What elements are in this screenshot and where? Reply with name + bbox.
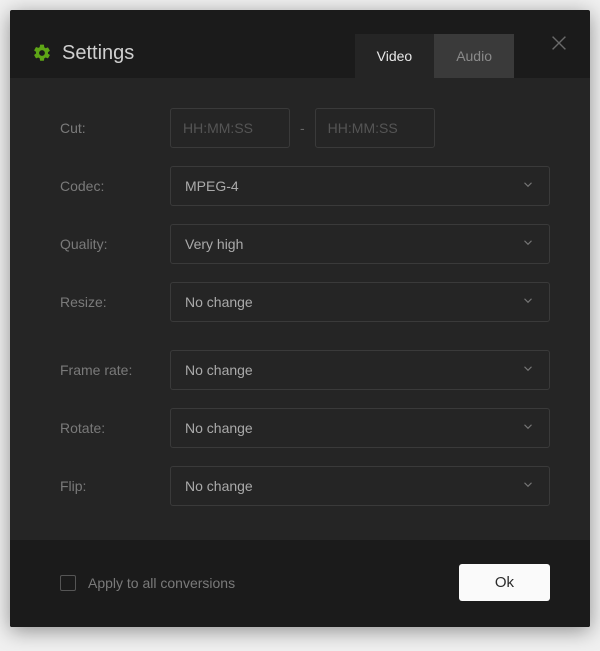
- close-icon: [548, 32, 570, 54]
- cut-inputs: -: [170, 108, 550, 148]
- dialog-footer: Apply to all conversions Ok: [10, 540, 590, 627]
- quality-select[interactable]: Very high: [170, 224, 550, 264]
- apply-all-label: Apply to all conversions: [88, 575, 235, 591]
- settings-dialog: Settings Video Audio Cut: - Codec:: [10, 10, 590, 627]
- chevron-down-icon: [521, 236, 535, 253]
- frame-rate-select[interactable]: No change: [170, 350, 550, 390]
- chevron-down-icon: [521, 294, 535, 311]
- quality-label: Quality:: [60, 236, 170, 252]
- frame-rate-value: No change: [185, 362, 253, 378]
- dialog-header: Settings Video Audio: [10, 10, 590, 78]
- dialog-title: Settings: [62, 42, 134, 65]
- cut-label: Cut:: [60, 120, 170, 136]
- chevron-down-icon: [521, 178, 535, 195]
- chevron-down-icon: [521, 362, 535, 379]
- row-resize: Resize: No change: [60, 282, 550, 322]
- codec-label: Codec:: [60, 178, 170, 194]
- resize-value: No change: [185, 294, 253, 310]
- cut-dash: -: [300, 120, 305, 136]
- rotate-select[interactable]: No change: [170, 408, 550, 448]
- row-flip: Flip: No change: [60, 466, 550, 506]
- tab-audio[interactable]: Audio: [434, 34, 514, 78]
- chevron-down-icon: [521, 420, 535, 437]
- ok-button[interactable]: Ok: [459, 564, 550, 601]
- row-frame-rate: Frame rate: No change: [60, 350, 550, 390]
- rotate-value: No change: [185, 420, 253, 436]
- rotate-label: Rotate:: [60, 420, 170, 436]
- flip-select[interactable]: No change: [170, 466, 550, 506]
- row-rotate: Rotate: No change: [60, 408, 550, 448]
- codec-select[interactable]: MPEG-4: [170, 166, 550, 206]
- tab-bar: Video Audio: [355, 34, 514, 78]
- flip-label: Flip:: [60, 478, 170, 494]
- quality-value: Very high: [185, 236, 243, 252]
- apply-all-checkbox[interactable]: [60, 575, 76, 591]
- codec-value: MPEG-4: [185, 178, 239, 194]
- flip-value: No change: [185, 478, 253, 494]
- row-cut: Cut: -: [60, 108, 550, 148]
- header-title-group: Settings: [32, 42, 134, 65]
- row-codec: Codec: MPEG-4: [60, 166, 550, 206]
- apply-all-checkbox-wrap[interactable]: Apply to all conversions: [60, 575, 235, 591]
- cut-from-input[interactable]: [170, 108, 290, 148]
- close-button[interactable]: [548, 32, 570, 54]
- resize-select[interactable]: No change: [170, 282, 550, 322]
- gear-icon: [32, 43, 52, 63]
- chevron-down-icon: [521, 478, 535, 495]
- cut-to-input[interactable]: [315, 108, 435, 148]
- resize-label: Resize:: [60, 294, 170, 310]
- dialog-body: Cut: - Codec: MPEG-4 Quality:: [10, 78, 590, 540]
- row-quality: Quality: Very high: [60, 224, 550, 264]
- tab-video[interactable]: Video: [355, 34, 435, 78]
- frame-rate-label: Frame rate:: [60, 362, 170, 378]
